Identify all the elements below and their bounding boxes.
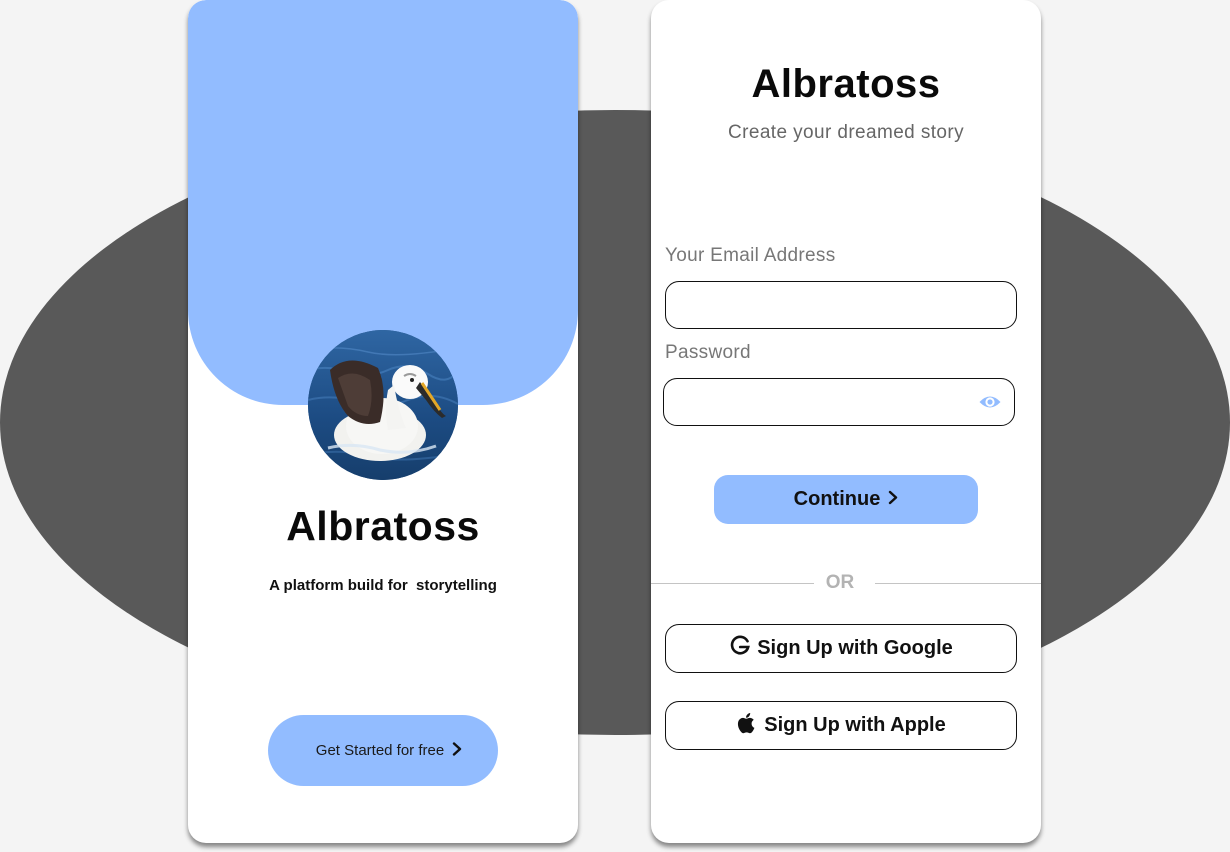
google-signup-button[interactable]: Sign Up with Google [665, 624, 1017, 673]
app-subtitle: Create your dreamed story [728, 122, 964, 143]
apple-signup-button[interactable]: Sign Up with Apple [665, 701, 1017, 750]
apple-icon [736, 711, 758, 741]
eye-icon[interactable] [978, 392, 1002, 412]
albatross-avatar [308, 330, 458, 480]
chevron-right-icon [452, 741, 462, 760]
get-started-label: Get Started for free [315, 742, 445, 759]
app-tagline: A platform build for storytelling [269, 577, 497, 594]
welcome-screen: Albratoss A platform build for storytell… [188, 0, 578, 843]
email-field-box [665, 281, 1017, 329]
password-field[interactable] [664, 379, 1014, 425]
apple-signup-label: Sign Up with Apple [764, 714, 946, 736]
divider-line-right [875, 583, 1041, 584]
app-title: Albratoss [751, 62, 941, 106]
continue-label: Continue [793, 488, 881, 510]
email-label: Your Email Address [665, 245, 836, 266]
continue-button[interactable]: Continue [714, 475, 978, 524]
app-title: Albratoss [286, 503, 480, 549]
background-blob [0, 110, 1230, 735]
divider-line-left [651, 583, 814, 584]
password-label: Password [665, 342, 751, 363]
google-signup-label: Sign Up with Google [757, 637, 953, 659]
canvas: Albratoss A platform build for storytell… [0, 0, 1230, 852]
google-icon [729, 635, 751, 663]
or-divider: OR [825, 572, 855, 593]
email-field[interactable] [666, 282, 1016, 328]
chevron-right-icon [888, 488, 898, 511]
signup-screen: Albratoss Create your dreamed story Your… [651, 0, 1041, 843]
get-started-button[interactable]: Get Started for free [268, 715, 498, 786]
password-field-box [663, 378, 1015, 426]
